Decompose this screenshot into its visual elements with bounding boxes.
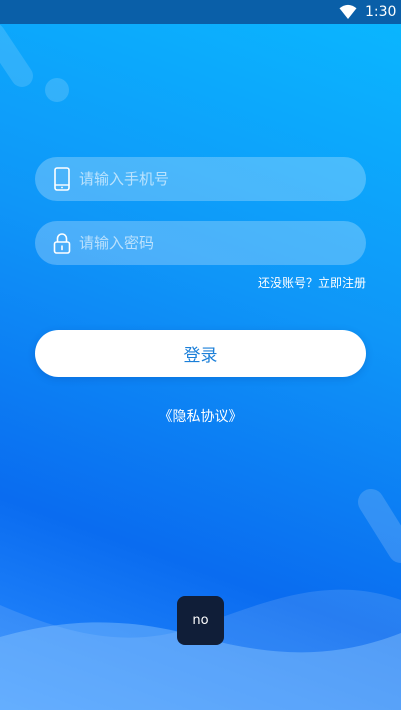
login-button[interactable]: 登录 xyxy=(35,330,366,377)
password-field xyxy=(35,221,366,265)
status-bar: 1:30 xyxy=(0,0,401,24)
phone-input[interactable] xyxy=(79,157,349,201)
decorative-pill-top xyxy=(0,24,33,87)
lock-icon xyxy=(53,233,71,254)
decorative-pill-right xyxy=(358,489,401,563)
phone-icon xyxy=(54,167,70,191)
toast-text: no xyxy=(192,613,209,628)
status-time: 1:30 xyxy=(365,4,397,20)
phone-field xyxy=(35,157,366,201)
decorative-dot xyxy=(45,78,69,102)
toast-message: no xyxy=(177,596,224,645)
login-screen: 1:30 还没账号？立即注册 登录 《隐私协议》 no xyxy=(0,0,401,710)
register-link[interactable]: 还没账号？立即注册 xyxy=(258,274,366,292)
password-input[interactable] xyxy=(79,221,349,265)
wifi-icon xyxy=(339,4,357,19)
privacy-agreement-link[interactable]: 《隐私协议》 xyxy=(0,407,401,427)
